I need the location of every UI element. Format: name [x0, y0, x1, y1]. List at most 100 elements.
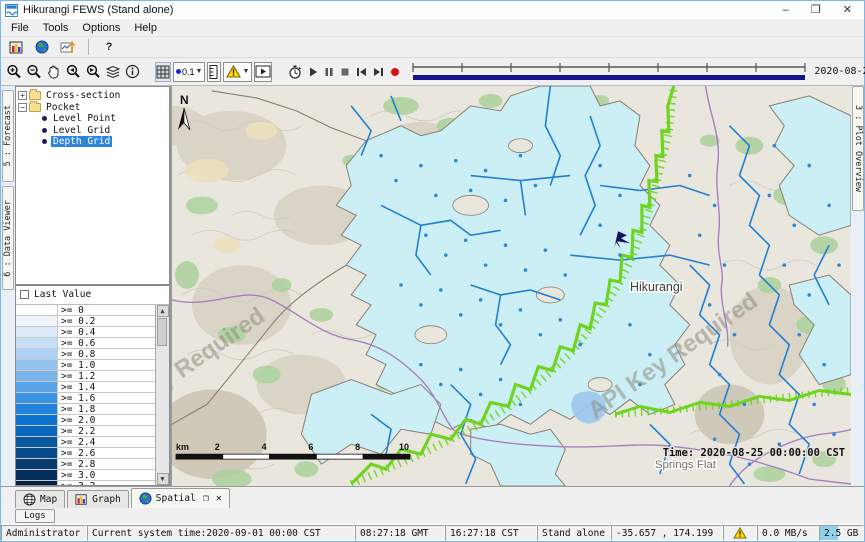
skip-start-icon — [355, 66, 368, 78]
map-display-button[interactable] — [31, 37, 53, 57]
expander-minus-icon[interactable]: − — [18, 103, 27, 112]
menu-help[interactable]: Help — [128, 21, 163, 35]
hand-pan-icon — [46, 64, 61, 79]
legend-swatch — [16, 360, 58, 370]
spatial-map[interactable]: API Key Required API Key Required Hikura… — [171, 86, 851, 486]
legend-row[interactable]: >= 1.6 — [16, 393, 155, 404]
database-explorer-button[interactable] — [5, 37, 27, 57]
legend-swatch — [16, 316, 58, 326]
legend-row[interactable]: >= 1.4 — [16, 382, 155, 393]
layers-button[interactable] — [104, 62, 122, 82]
logs-button[interactable]: Logs — [15, 509, 55, 523]
tab-close-button[interactable]: ✕ — [216, 493, 222, 504]
info-button[interactable] — [124, 62, 141, 82]
menu-tools[interactable]: Tools — [37, 21, 75, 35]
zoom-previous-button[interactable] — [64, 62, 82, 82]
tab-graph[interactable]: Graph — [67, 490, 129, 508]
chevron-down-icon: ▼ — [196, 68, 203, 75]
movie-player-button[interactable] — [254, 62, 272, 82]
legend-row[interactable]: >= 0 — [16, 305, 155, 316]
play-icon — [307, 66, 319, 78]
legend-swatch — [16, 437, 58, 447]
scroll-down-icon[interactable]: ▼ — [157, 473, 169, 485]
tab-forecast[interactable]: 5 : Forecast — [2, 90, 14, 182]
menu-options[interactable]: Options — [76, 21, 126, 35]
legend-row[interactable]: >= 1.0 — [16, 360, 155, 371]
pan-button[interactable] — [45, 62, 62, 82]
legend-row[interactable]: >= 2.2 — [16, 426, 155, 437]
legend-row[interactable]: >= 2.8 — [16, 459, 155, 470]
play-box-icon — [255, 65, 271, 78]
tree-item-cross-section[interactable]: + Cross-section — [18, 90, 167, 102]
tab-detach-button[interactable]: ❐ — [203, 493, 209, 504]
maximize-button[interactable]: ❐ — [811, 1, 821, 19]
minimize-button[interactable]: – — [783, 1, 789, 19]
tree-item-pocket[interactable]: − Pocket — [18, 102, 167, 114]
legend-swatch — [16, 338, 58, 348]
legend-swatch — [16, 349, 58, 359]
logs-row: Logs — [1, 508, 864, 524]
pause-button[interactable] — [322, 62, 336, 82]
bullet-icon — [42, 139, 47, 144]
timeseries-dialog-button[interactable] — [57, 37, 79, 57]
warning-triangle-icon — [733, 527, 747, 539]
contour-dot-icon — [176, 69, 181, 74]
legend-row[interactable]: >= 0.8 — [16, 349, 155, 360]
play-button[interactable] — [306, 62, 320, 82]
zoom-out-icon — [26, 64, 42, 80]
status-network: 0.0 MB/s — [757, 525, 819, 541]
help-button[interactable]: ? — [98, 37, 120, 57]
animation-timer-button[interactable] — [286, 62, 304, 82]
contour-interval-dropdown[interactable]: 0.1 ▼ — [173, 62, 205, 82]
stop-button[interactable] — [338, 62, 352, 82]
menu-file[interactable]: File — [5, 21, 35, 35]
close-button[interactable]: ✕ — [843, 1, 852, 19]
tab-data-viewer[interactable]: 6 : Data Viewer — [2, 186, 14, 290]
title-bar: Hikurangi FEWS (Stand alone) – ❐ ✕ — [1, 1, 864, 19]
legend-row[interactable]: >= 0.4 — [16, 327, 155, 338]
record-button[interactable] — [388, 62, 402, 82]
bullet-icon — [42, 116, 47, 121]
legend-row[interactable]: >= 0.2 — [16, 316, 155, 327]
status-warning[interactable] — [723, 525, 757, 541]
warning-threshold-dropdown[interactable]: ▼ — [223, 62, 252, 82]
layers-icon — [105, 65, 121, 79]
scroll-thumb[interactable] — [157, 318, 167, 346]
scale-ruler-button[interactable] — [207, 62, 221, 82]
legend-row[interactable]: >= 3.0 — [16, 470, 155, 481]
legend-scrollbar[interactable]: ▲ ▼ — [155, 305, 169, 485]
tab-spatial[interactable]: Spatial ❐ ✕ — [131, 488, 230, 508]
tree-item-level-grid[interactable]: Level Grid — [40, 125, 167, 137]
right-tab-strip: 3 : Plot Overview — [851, 86, 864, 486]
step-first-button[interactable] — [354, 62, 369, 82]
warning-triangle-icon — [226, 65, 241, 78]
legend-row[interactable]: >= 2.0 — [16, 415, 155, 426]
step-last-button[interactable] — [371, 62, 386, 82]
legend-row[interactable]: >= 2.4 — [16, 437, 155, 448]
legend-row[interactable]: >= 0.6 — [16, 338, 155, 349]
expander-plus-icon[interactable]: + — [18, 91, 27, 100]
svg-text:10: 10 — [399, 442, 409, 452]
bar-chart-icon — [9, 40, 24, 55]
scroll-up-icon[interactable]: ▲ — [157, 305, 169, 317]
legend-row[interactable]: >= 3.2 — [16, 481, 155, 485]
zoom-next-icon — [85, 64, 101, 80]
zoom-out-button[interactable] — [25, 62, 43, 82]
legend-row[interactable]: >= 2.6 — [16, 448, 155, 459]
legend-row[interactable]: >= 1.8 — [16, 404, 155, 415]
last-value-checkbox[interactable] — [20, 290, 29, 299]
tab-plot-overview[interactable]: 3 : Plot Overview — [852, 86, 864, 211]
tab-map[interactable]: Map — [15, 490, 65, 508]
status-mode: Stand alone — [537, 525, 611, 541]
tree-item-level-point[interactable]: Level Point — [40, 113, 167, 125]
legend-row[interactable]: >= 1.2 — [16, 371, 155, 382]
time-slider-bar[interactable] — [413, 75, 805, 80]
tree-item-depth-grid[interactable]: Depth Grid — [40, 136, 167, 148]
legend-swatch — [16, 327, 58, 337]
time-slider[interactable] — [410, 61, 808, 83]
zoom-in-button[interactable] — [5, 62, 23, 82]
folder-icon — [29, 91, 41, 100]
legend-panel: Last Value >= 0 >= 0.2 >= 0.4 >= 0.6 >= … — [15, 285, 170, 486]
grid-display-button[interactable] — [155, 62, 171, 82]
zoom-next-button[interactable] — [84, 62, 102, 82]
